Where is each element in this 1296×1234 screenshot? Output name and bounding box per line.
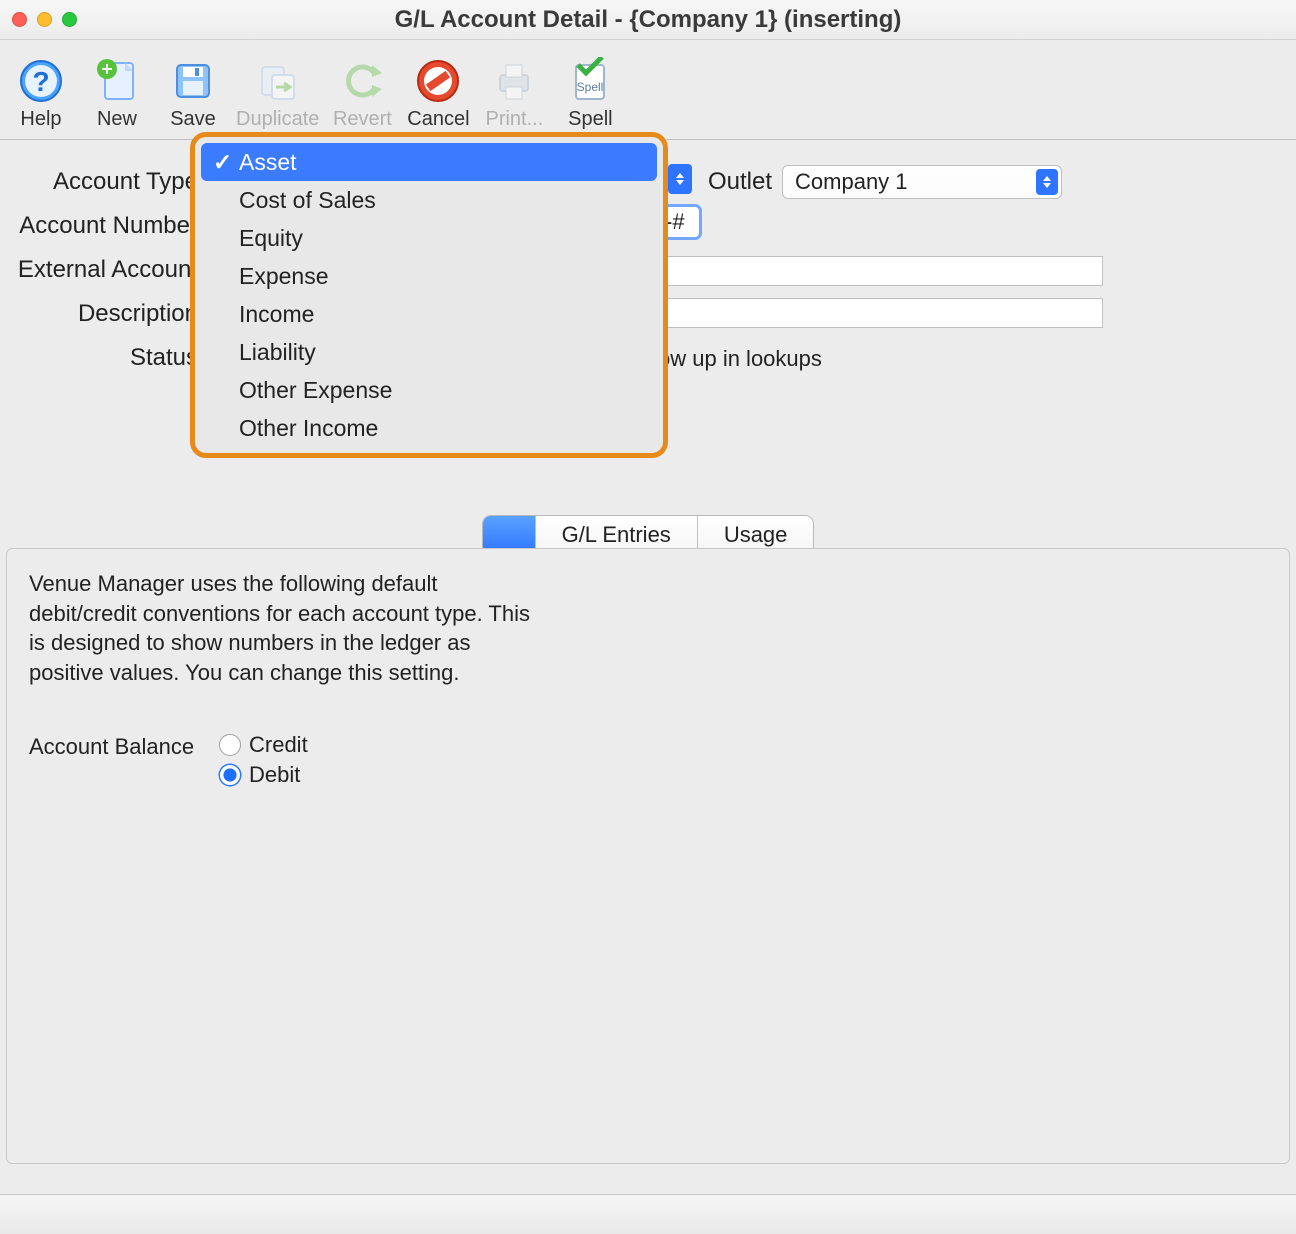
duplicate-label: Duplicate [236,108,319,131]
radio-icon [219,734,241,756]
external-account-input[interactable] [658,256,1103,286]
save-icon [164,52,222,110]
titlebar: G/L Account Detail - {Company 1} (insert… [0,0,1296,40]
outlet-label: Outlet [708,168,782,196]
print-button: Print... [481,52,547,131]
dropdown-item-equity[interactable]: Equity [201,219,657,257]
outlet-select[interactable]: Company 1 [782,165,1062,199]
description-label: Description [8,300,208,328]
settings-panel: Venue Manager uses the following default… [6,548,1290,1164]
zoom-window-button[interactable] [62,12,77,27]
window-controls [12,12,77,27]
revert-label: Revert [333,108,392,131]
cancel-button[interactable]: Cancel [405,52,471,131]
dropdown-item-other-expense[interactable]: Other Expense [201,371,657,409]
close-window-button[interactable] [12,12,27,27]
duplicate-icon [249,52,307,110]
outlet-select-value: Company 1 [795,169,908,195]
revert-button: Revert [329,52,395,131]
account-type-select-caret[interactable] [668,164,692,194]
new-button[interactable]: New [84,52,150,131]
spell-label: Spell [568,108,612,131]
toolbar: ? Help New Save Duplicate Revert Cancel [0,40,1296,140]
svg-text:Spell: Spell [577,80,604,94]
description-input[interactable] [658,298,1103,328]
help-icon: ? [12,52,70,110]
help-button[interactable]: ? Help [8,52,74,131]
chevron-updown-icon [1036,169,1058,195]
cancel-label: Cancel [407,108,469,131]
window-title: G/L Account Detail - {Company 1} (insert… [0,6,1296,34]
statusbar [0,1194,1296,1234]
dropdown-item-income[interactable]: Income [201,295,657,333]
spell-icon: Spell [561,52,619,110]
duplicate-button: Duplicate [236,52,319,131]
revert-icon [333,52,391,110]
balance-credit-label: Credit [249,732,308,758]
new-icon [88,52,146,110]
help-label: Help [20,108,61,131]
cancel-icon [409,52,467,110]
balance-debit-radio[interactable]: Debit [219,762,308,788]
svg-text:?: ? [32,66,49,97]
minimize-window-button[interactable] [37,12,52,27]
balance-credit-radio[interactable]: Credit [219,732,308,758]
account-number-input[interactable] [663,209,697,235]
dropdown-item-expense[interactable]: Expense [201,257,657,295]
dropdown-item-cost-of-sales[interactable]: Cost of Sales [201,181,657,219]
print-icon [485,52,543,110]
print-label: Print... [485,108,543,131]
account-type-label: Account Type [8,168,208,196]
spell-button[interactable]: Spell Spell [557,52,623,131]
status-text: ow up in lookups [658,346,822,372]
new-label: New [97,108,137,131]
account-number-label: Account Number [8,212,208,240]
save-label: Save [170,108,216,131]
dropdown-item-liability[interactable]: Liability [201,333,657,371]
account-type-dropdown[interactable]: Asset Cost of Sales Equity Expense Incom… [190,132,668,458]
dropdown-item-asset[interactable]: Asset [201,143,657,181]
status-label: Status [8,344,208,372]
save-button[interactable]: Save [160,52,226,131]
radio-icon [219,764,241,786]
dropdown-item-other-income[interactable]: Other Income [201,409,657,447]
account-balance-label: Account Balance [29,732,219,760]
panel-info-text: Venue Manager uses the following default… [29,569,549,688]
external-account-label: External Account [8,256,208,284]
balance-debit-label: Debit [249,762,300,788]
